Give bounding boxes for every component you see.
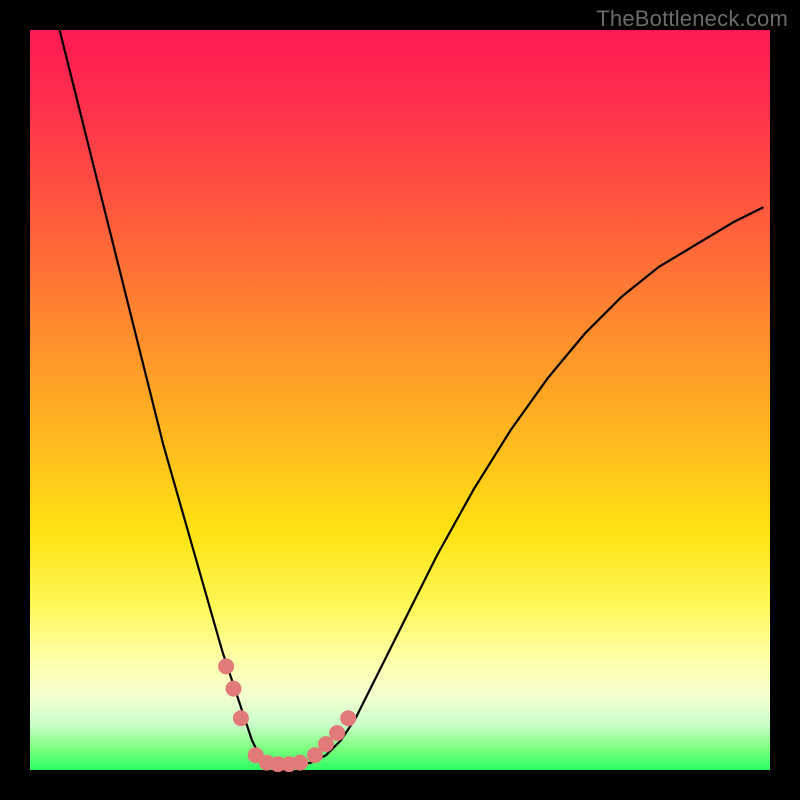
curve-marker xyxy=(292,755,308,771)
curve-marker xyxy=(226,681,242,697)
curve-marker xyxy=(218,658,234,674)
chart-svg xyxy=(30,30,770,770)
curve-marker xyxy=(340,710,356,726)
curve-path xyxy=(60,30,763,766)
watermark-text: TheBottleneck.com xyxy=(596,6,788,32)
curve-markers xyxy=(218,658,356,772)
plot-area xyxy=(30,30,770,770)
curve-marker xyxy=(329,725,345,741)
curve-marker xyxy=(233,710,249,726)
chart-frame: TheBottleneck.com xyxy=(0,0,800,800)
